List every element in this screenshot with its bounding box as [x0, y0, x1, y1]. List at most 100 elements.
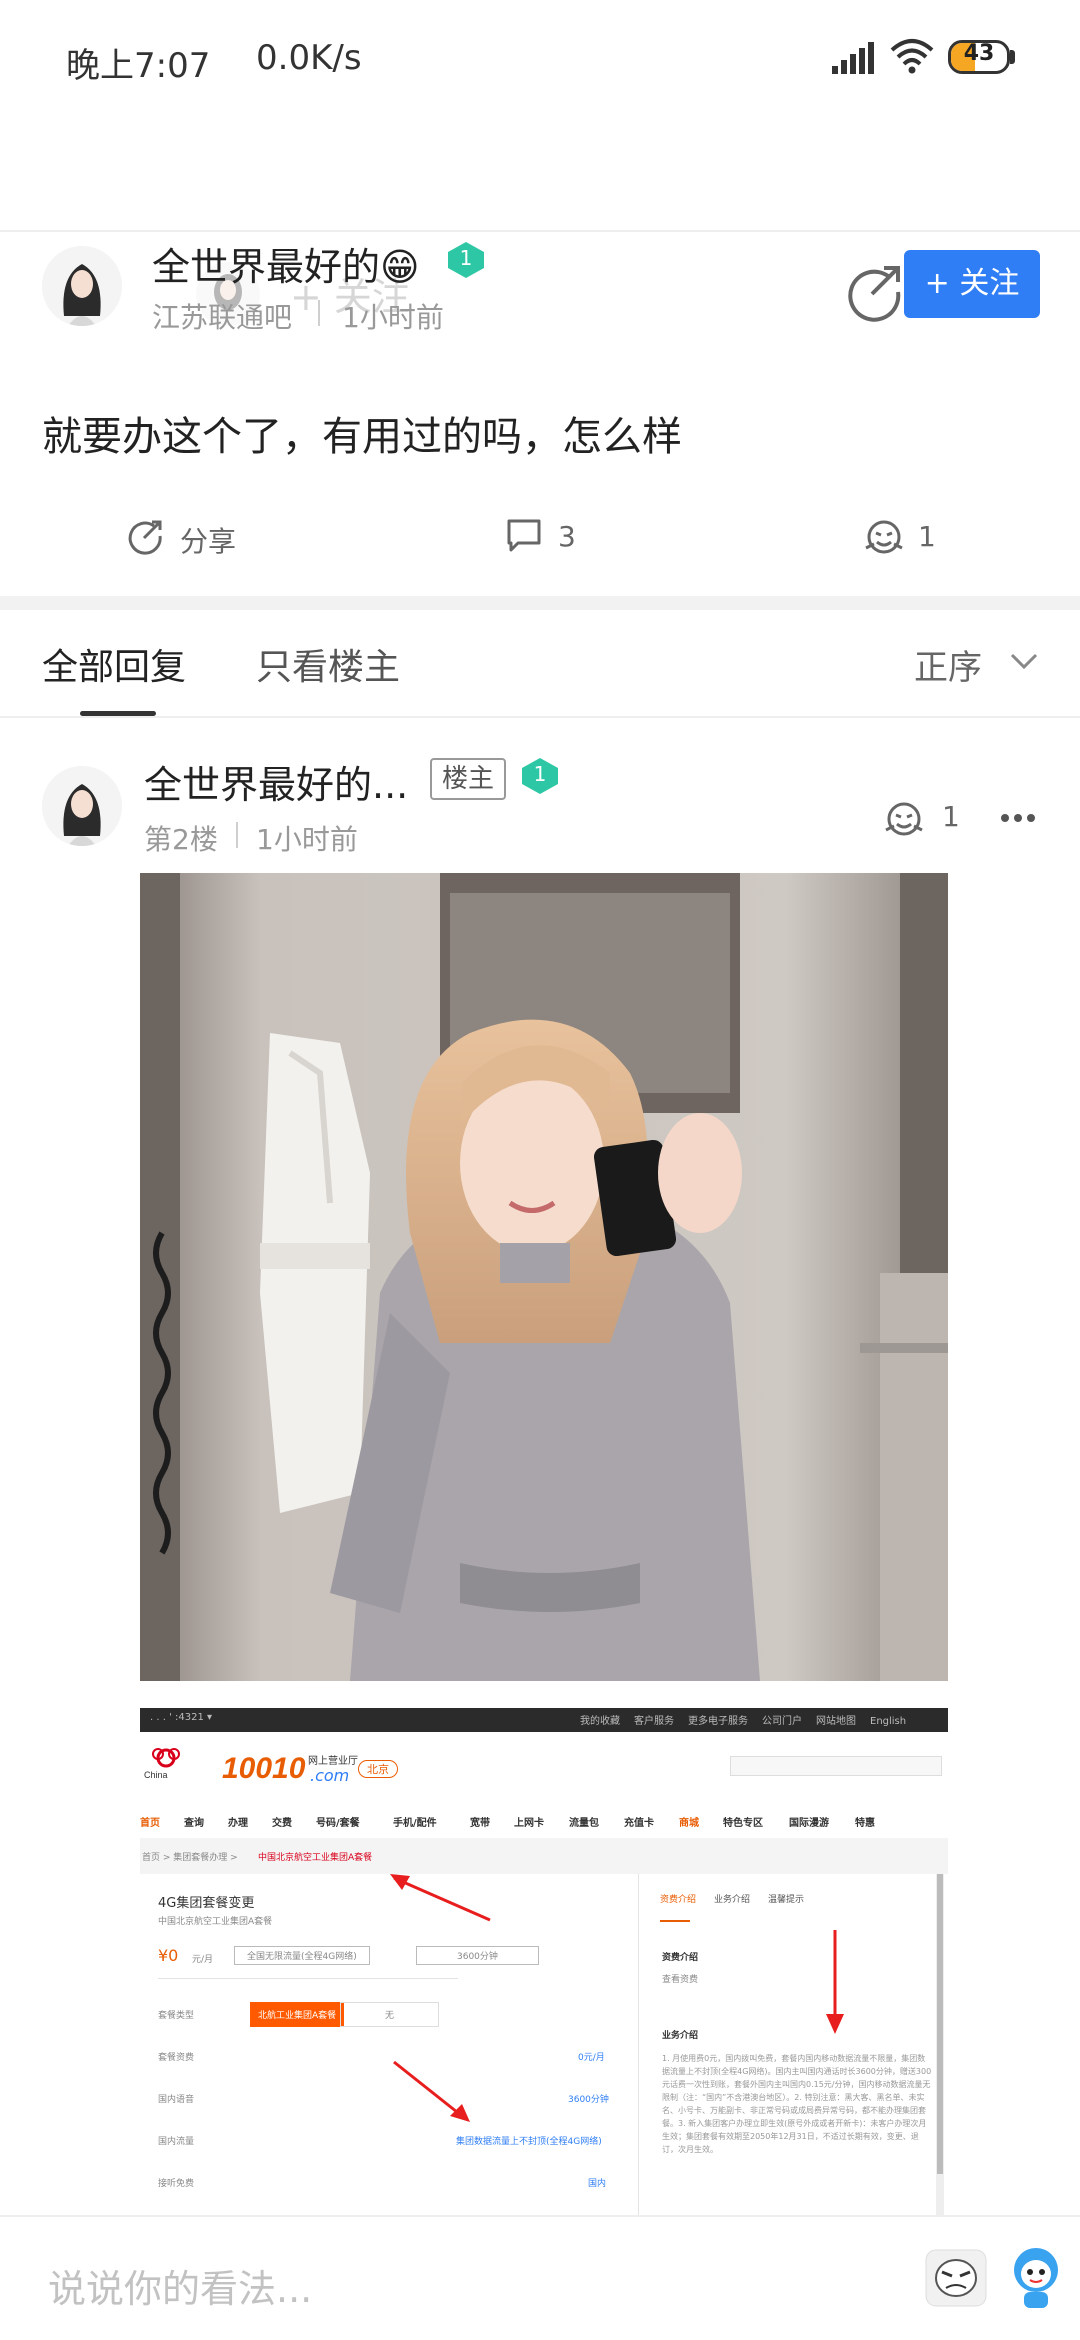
ss-fee-value: 0元/月 — [578, 2053, 605, 2063]
reply-screenshot-image[interactable]: . . . ' :4321 ▾ 我的收藏 客户服务 更多电子服务 公司门户 网站地图 En… — [140, 1708, 948, 2228]
tabs-divider — [0, 716, 1080, 718]
post-author-avatar[interactable] — [42, 246, 122, 326]
reply-photo[interactable] — [140, 873, 948, 1681]
ss-nav-item: 流量包 — [569, 1818, 599, 1829]
tab-host-only[interactable]: 只看楼主 — [256, 638, 400, 690]
red-arrow-1 — [390, 1874, 491, 1922]
nav-bar: + 关注 — [0, 120, 1080, 326]
ss-right-tab: 业务介绍 — [714, 1895, 751, 1905]
ss-logo-suffix: .com — [310, 1766, 350, 1785]
follow-button[interactable]: + 关注 — [904, 250, 1040, 318]
battery-level: 43 — [963, 41, 995, 66]
ss-section-title: 4G集团套餐变更 — [158, 1896, 255, 1911]
red-arrow-2 — [393, 2060, 470, 2122]
reply-like-icon — [885, 802, 923, 836]
ss-region-select: 北京 — [358, 1760, 398, 1778]
ss-top-links: 我的收藏 客户服务 更多电子服务 公司门户 网站地图 English — [580, 1712, 920, 1727]
ss-voice-label: 国内语音 — [158, 2095, 195, 2105]
signal-icon — [832, 42, 874, 74]
ss-right-tab: 温馨提示 — [768, 1895, 805, 1905]
reply-author-name[interactable]: 全世界最好的... — [144, 754, 408, 809]
reply-more-icon[interactable] — [1000, 812, 1036, 824]
share-icon[interactable] — [844, 262, 904, 322]
ss-box-minutes: 3600分钟 — [416, 1946, 539, 1965]
ss-logo-text: 10010 — [222, 1752, 306, 1785]
ss-nav-item: 首页 — [140, 1818, 160, 1829]
ss-right-h2: 业务介绍 — [662, 2031, 699, 2041]
ss-breadcrumb-current: 中国北京航空工业集团A套餐 — [258, 1853, 373, 1863]
like-count: 1 — [918, 520, 936, 553]
ss-search-box — [730, 1756, 942, 1776]
ss-nav-item: 交费 — [272, 1818, 292, 1829]
level-badge-icon: 1 — [446, 240, 486, 280]
reply-level-badge-icon: 1 — [520, 756, 560, 796]
ss-right-body: 1. 月使用费0元，国内拨叫免费，套餐内国内移动数据流量不限量，集团数据流量上不… — [662, 2054, 932, 2154]
status-bar: 晚上7:07 0.0K/s 43 — [0, 0, 1080, 120]
emoji-sticker-icon[interactable] — [922, 2244, 992, 2310]
ss-scrollbar — [936, 1874, 944, 2228]
ss-price: ¥0 — [158, 1946, 179, 1965]
ss-nav-item: 查询 — [184, 1818, 204, 1829]
ss-nav-item: 特色专区 — [723, 1818, 763, 1829]
reply-meta-separator — [236, 822, 238, 848]
ss-right-tab: 资费介绍 — [660, 1895, 697, 1905]
ss-top-bar: . . . ' :4321 ▾ 我的收藏 客户服务 更多电子服务 公司门户 网站地图 En… — [140, 1708, 948, 1732]
section-separator — [0, 596, 1080, 610]
ss-right-divider — [638, 1874, 639, 2228]
ss-nav-item: 特惠 — [855, 1818, 875, 1829]
reply-time: 1小时前 — [256, 823, 358, 856]
ss-price-unit: 元/月 — [192, 1955, 214, 1965]
ss-voice-value: 3600分钟 — [568, 2095, 609, 2105]
unicom-logo-icon: China — [144, 1748, 180, 1780]
ss-breadcrumb-bar: 首页 > 集团套餐办理 > 中国北京航空工业集团A套餐 — [140, 1838, 948, 1874]
ss-section-sub: 中国北京航空工业集团A套餐 — [158, 1917, 273, 1927]
battery-icon: 43 — [948, 40, 1010, 74]
post-time: 1小时前 — [342, 301, 444, 334]
status-time: 晚上7:07 — [66, 46, 211, 86]
tab-all-replies[interactable]: 全部回复 — [42, 638, 186, 690]
nav-divider — [0, 230, 1080, 232]
reply-like-count: 1 — [942, 800, 960, 833]
ss-top-link: 公司门户 — [762, 1716, 802, 1727]
ss-right-tab-indicator — [660, 1920, 690, 1922]
ss-top-link: 网站地图 — [816, 1716, 856, 1727]
ss-top-link: 客户服务 — [634, 1716, 674, 1727]
ss-box-data: 全国无限流量(全程4G网络) — [234, 1946, 370, 1965]
ss-nav-item: 号码/套餐 — [316, 1818, 360, 1829]
comment-input[interactable]: 说说你的看法... — [48, 2258, 312, 2313]
post-forum-name[interactable]: 江苏联通吧 — [152, 296, 292, 336]
chevron-down-icon[interactable] — [1010, 652, 1038, 670]
host-badge: 楼主 — [430, 758, 507, 800]
ss-nav-item: 手机/配件 — [393, 1818, 437, 1829]
sort-order-label[interactable]: 正序 — [914, 640, 982, 689]
ss-right-tabs: 资费介绍 业务介绍 温馨提示 — [660, 1892, 860, 1922]
comment-icon — [507, 519, 541, 552]
ss-listen-label: 接听免费 — [158, 2179, 195, 2189]
ss-top-link: English — [870, 1716, 907, 1727]
ss-nav-item: 商城 — [679, 1818, 699, 1829]
ss-right-link: 查看资费 — [662, 1975, 699, 1985]
mascot-icon[interactable] — [1006, 2244, 1066, 2314]
ss-fee-label: 套餐资费 — [158, 2053, 195, 2063]
share-action-icon — [128, 520, 162, 555]
status-net-speed: 0.0K/s — [256, 38, 362, 78]
ss-type-selected: 北航工业集团A套餐 — [250, 2002, 345, 2027]
comment-count: 3 — [558, 520, 576, 553]
battery-nub — [1010, 50, 1015, 64]
ss-top-link: 我的收藏 — [580, 1716, 620, 1727]
ss-nav-item: 宽带 — [470, 1818, 490, 1829]
ss-nav-item: 充值卡 — [624, 1818, 654, 1829]
ss-type-label: 套餐类型 — [158, 2011, 195, 2021]
ss-main-nav: 首页 查询 办理 交费 号码/套餐 手机/配件 宽带 上网卡 流量包 充值卡 商城 特色专区 国际漫游 特… — [140, 1806, 948, 1838]
reply-level-number: 1 — [533, 762, 547, 786]
post-author-name[interactable]: 全世界最好的😁 — [152, 236, 420, 291]
post-body-text: 就要办这个了，有用过的吗，怎么样 — [42, 414, 682, 460]
like-icon — [865, 520, 903, 554]
reply-author-avatar[interactable] — [42, 766, 122, 846]
ss-listen-value: 国内 — [588, 2179, 607, 2189]
ss-divider — [158, 1978, 458, 1979]
level-badge-number: 1 — [459, 246, 473, 270]
ss-breadcrumb-prefix: 首页 > 集团套餐办理 > — [142, 1853, 238, 1863]
reply-floor: 第2楼 — [144, 823, 218, 856]
ss-top-link: 更多电子服务 — [688, 1716, 748, 1727]
